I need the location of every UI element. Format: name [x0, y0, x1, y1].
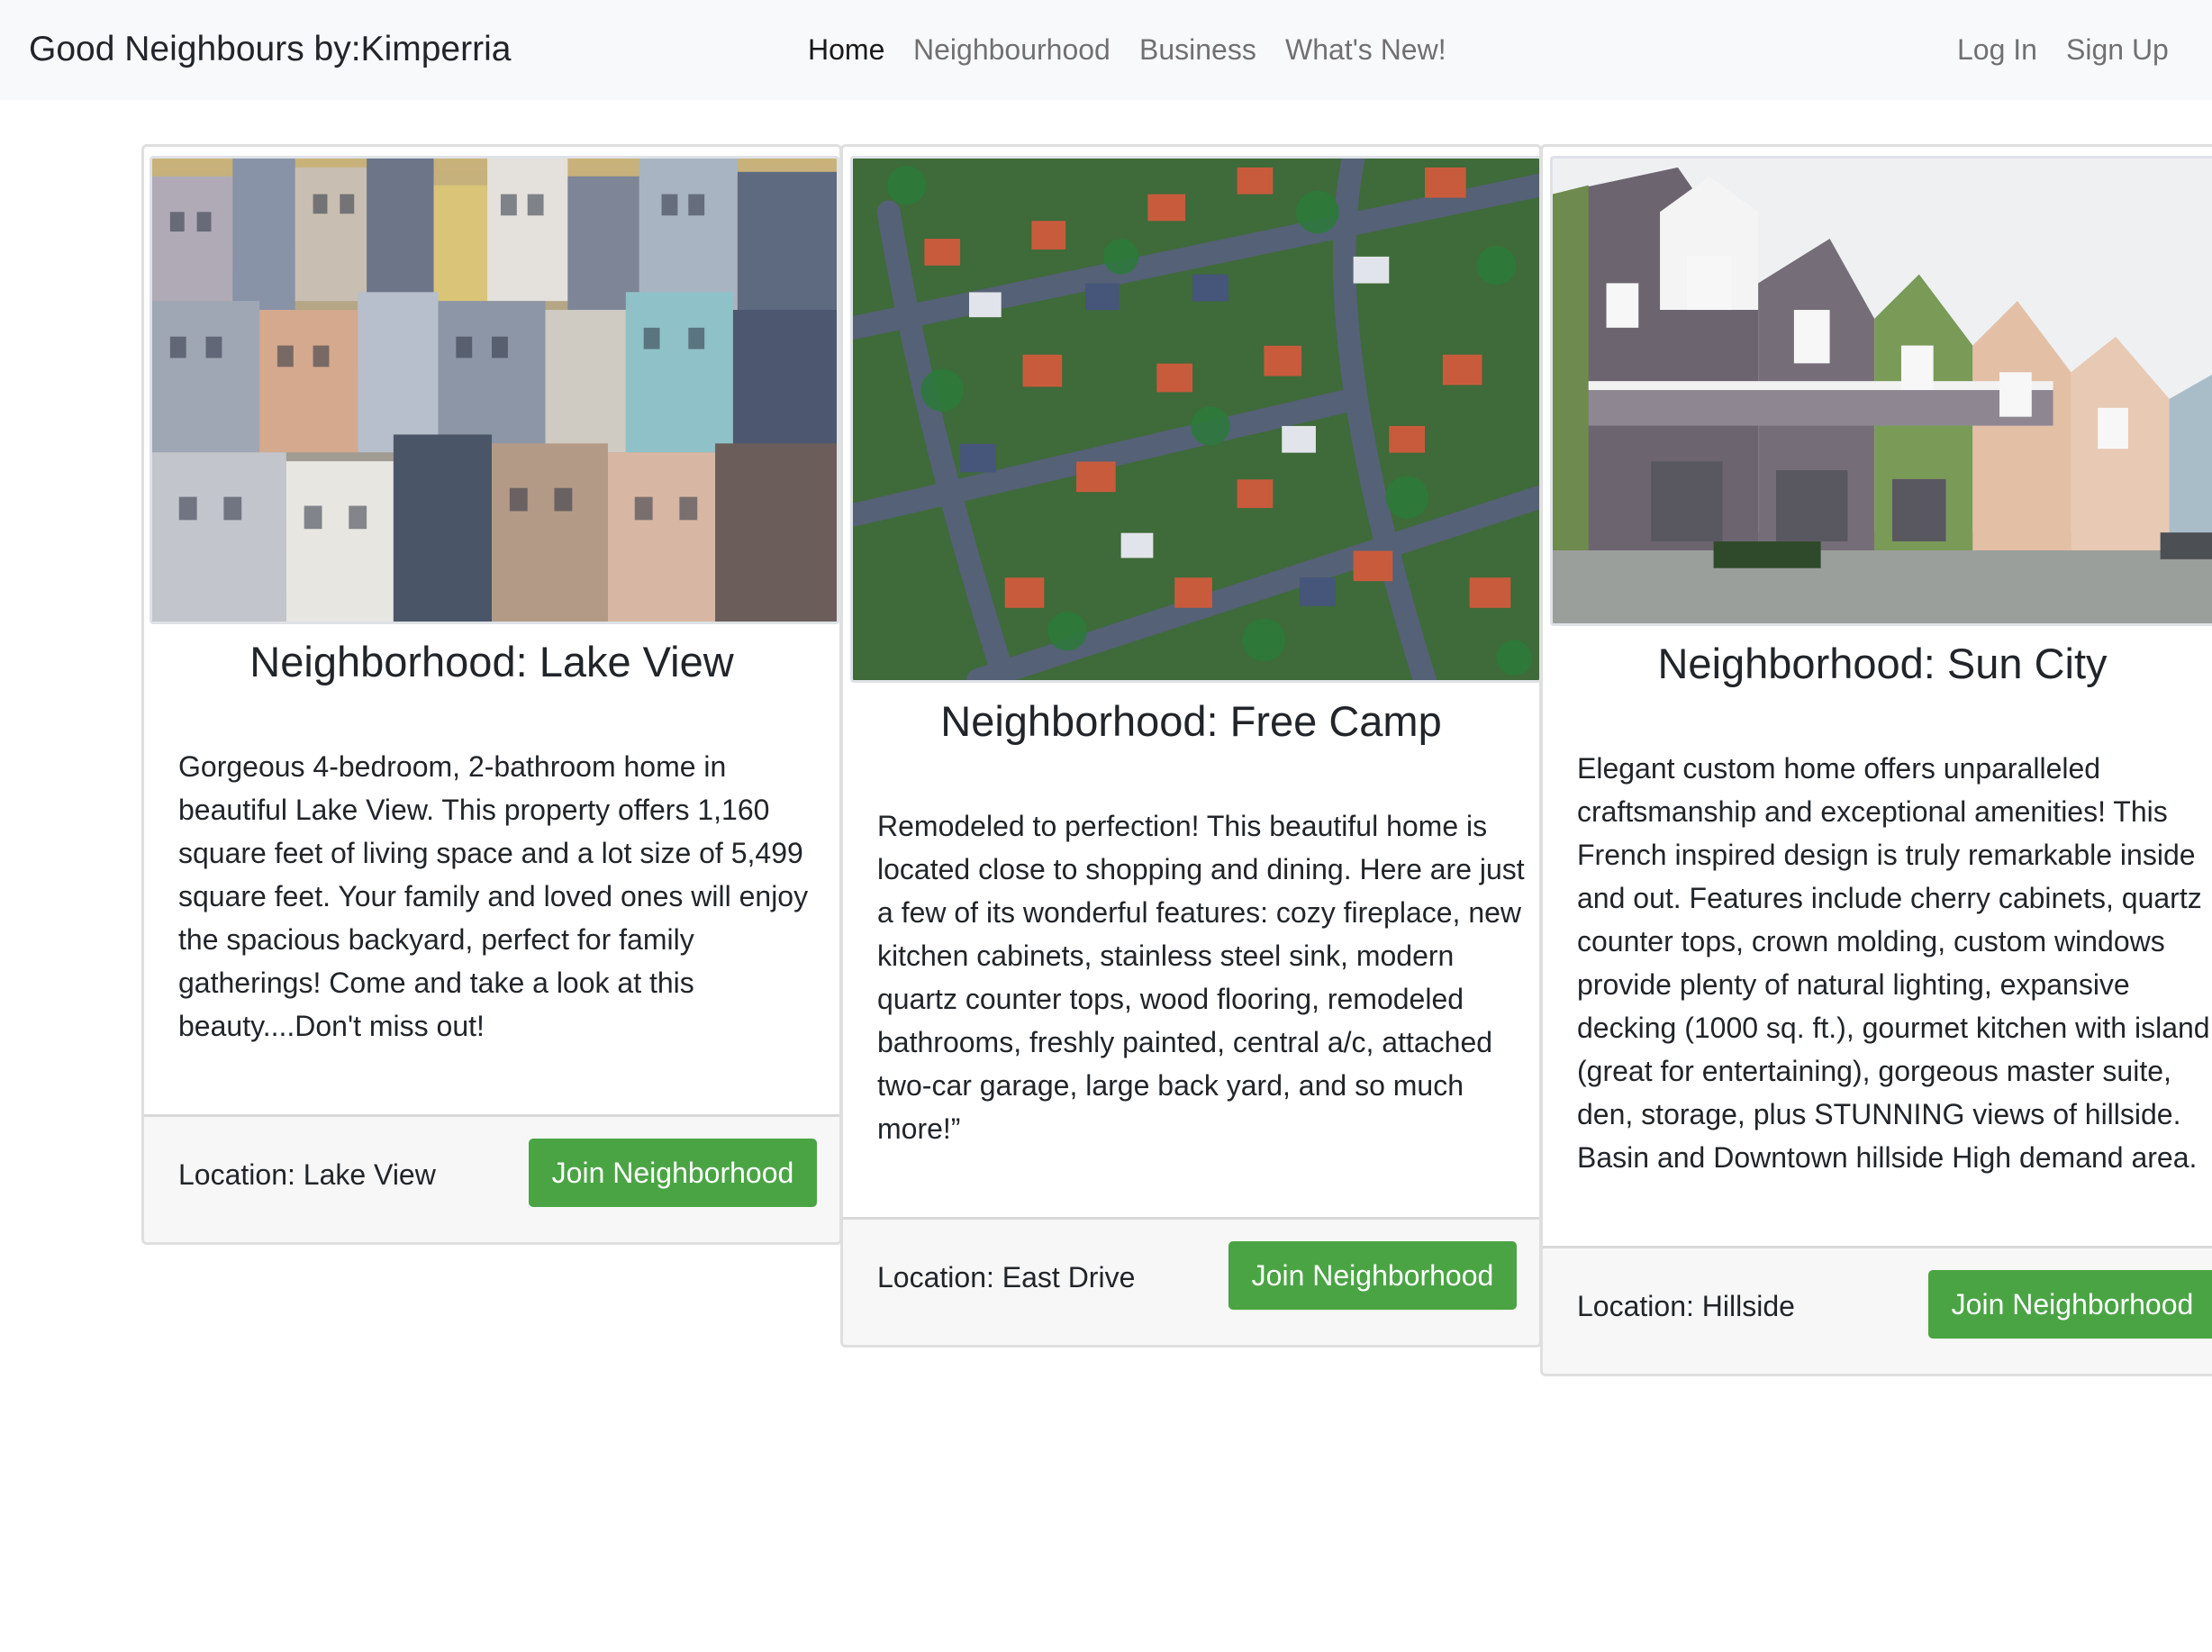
card-location: Location: Lake View	[178, 1158, 436, 1191]
neighborhood-card-lake-view: Neighborhood: Lake View Gorgeous 4-bedro…	[141, 144, 842, 1245]
card-title: Neighborhood: Free Camp	[940, 697, 1442, 745]
nav-link-neighbourhood[interactable]: Neighbourhood	[913, 27, 1111, 72]
card-description: Elegant custom home offers unparalleled …	[1577, 752, 2210, 1174]
card-footer: Location: Lake View Join Neighborhood	[144, 1114, 839, 1242]
brand-logo-text[interactable]: Good Neighbours by:Kimperria	[29, 25, 511, 74]
townhouses-row-photo	[1553, 159, 2212, 623]
nav-link-business[interactable]: Business	[1139, 27, 1256, 72]
join-neighborhood-button[interactable]: Join Neighborhood	[1228, 1241, 1517, 1310]
signup-link[interactable]: Sign Up	[2066, 27, 2169, 72]
card-description: Remodeled to perfection! This beautiful …	[877, 810, 1525, 1145]
lake-view-image	[150, 156, 839, 624]
aerial-suburb-photo	[853, 159, 1539, 680]
card-footer: Location: East Drive Join Neighborhood	[843, 1217, 1539, 1345]
card-location: Location: Hillside	[1577, 1290, 1795, 1322]
card-description: Gorgeous 4-bedroom, 2-bathroom home in b…	[178, 750, 809, 1042]
card-location: Location: East Drive	[877, 1261, 1136, 1293]
sun-city-image	[1550, 156, 2212, 626]
card-title: Neighborhood: Lake View	[249, 638, 734, 685]
city-buildings-photo	[152, 159, 837, 622]
top-navbar: Good Neighbours by:Kimperria Home Neighb…	[0, 0, 2212, 100]
card-footer: Location: Hillside Join Neighborhood	[1543, 1246, 2212, 1374]
join-neighborhood-button[interactable]: Join Neighborhood	[529, 1139, 817, 1207]
neighborhood-card-free-camp: Neighborhood: Free Camp Remodeled to per…	[840, 144, 1542, 1348]
free-camp-image	[850, 156, 1539, 683]
login-link[interactable]: Log In	[1957, 27, 2037, 72]
join-neighborhood-button[interactable]: Join Neighborhood	[1928, 1270, 2212, 1339]
nav-link-home[interactable]: Home	[808, 27, 884, 72]
card-title: Neighborhood: Sun City	[1657, 640, 2108, 687]
nav-link-whats-new[interactable]: What's New!	[1285, 27, 1446, 72]
neighborhood-card-sun-city: Neighborhood: Sun City Elegant custom ho…	[1540, 144, 2212, 1376]
